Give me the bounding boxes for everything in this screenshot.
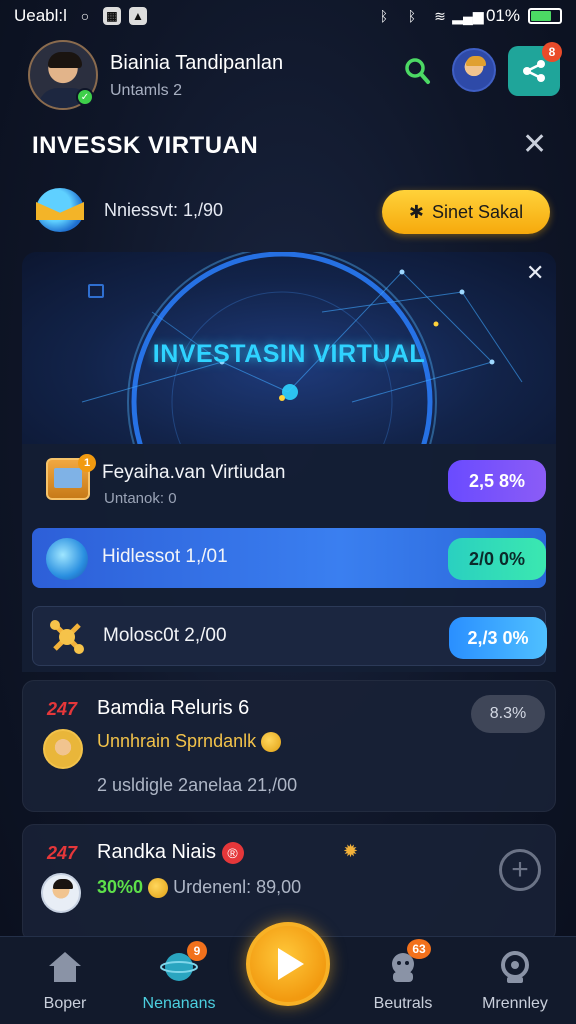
- card-title: Bamdia Reluris 6: [97, 697, 250, 719]
- investment-amount: Nniessvt: 1,/90: [104, 200, 224, 220]
- close-icon[interactable]: ✕: [522, 130, 547, 160]
- nav-badge: 9: [187, 941, 207, 961]
- card-detail: 2 usldigle 2anelaa 21,/00: [97, 775, 298, 795]
- page-title: INVESSK VIRTUAN: [32, 132, 259, 159]
- money-bag-icon: [495, 947, 535, 987]
- close-banner-icon[interactable]: ✕: [526, 262, 544, 284]
- search-icon[interactable]: [400, 54, 434, 88]
- envelope-globe-icon: [36, 188, 84, 232]
- bluetooth-icon: ᛒ: [379, 8, 389, 24]
- battery-percent: 01%: [485, 6, 520, 25]
- item-badge: 1: [78, 454, 96, 472]
- chart-icon: [88, 284, 104, 298]
- user-subtitle: Untamls 2: [110, 82, 183, 99]
- avatar: [41, 873, 81, 913]
- investment-summary-row: Nniessvt: 1,/90 ✱ Sinet Sakal: [34, 186, 554, 238]
- play-icon: [278, 948, 304, 980]
- gallery-icon: ▦: [102, 7, 121, 25]
- avatar: [43, 729, 83, 769]
- add-button[interactable]: +: [499, 849, 541, 891]
- online-status-icon: ✓: [76, 88, 94, 106]
- sell-button[interactable]: ✱ Sinet Sakal: [382, 190, 550, 234]
- header: ✓ Biainia Tandipanlan Untamls 2 8: [28, 40, 562, 112]
- carrier-text: Ueabl:l: [14, 6, 67, 25]
- nav-label: Mrennley: [482, 995, 548, 1012]
- target-icon: [46, 538, 88, 580]
- planet-icon: 9: [159, 941, 207, 987]
- card-title: Randka Niais ®: [97, 841, 244, 864]
- list-item-selected[interactable]: Hidlessot 1,/01 2/0 0%: [32, 528, 546, 588]
- card-tag: 247: [47, 843, 78, 863]
- image-icon: ▲: [128, 7, 147, 25]
- registered-icon: ®: [221, 841, 244, 864]
- bluetooth-icon: ᛒ: [407, 8, 417, 24]
- banner-title: INVESTASIN VIRTUAL: [152, 340, 426, 368]
- smiley-coin-icon: [148, 878, 169, 899]
- card-highlight: Unnhrain Sprndanlk: [97, 731, 282, 753]
- status-bar: Ueabl:l ○ ▦ ▲ ᛒ ᛒ ≋ ▂▄▆ 01%: [0, 0, 576, 32]
- nav-label: Beutrals: [373, 995, 433, 1012]
- play-button[interactable]: [246, 922, 330, 1006]
- share-icon: [523, 60, 545, 82]
- circle-icon: ○: [80, 8, 90, 24]
- sell-button-label: Sinet Sakal: [432, 201, 524, 222]
- list-item-title: Feyaiha.van Virtiudan: [102, 462, 286, 483]
- card-stats: 30%0 Urdenenl: 89,00: [97, 877, 302, 899]
- status-left: Ueabl:l ○ ▦ ▲: [14, 6, 147, 26]
- sparkle-icon: ✹: [343, 841, 359, 861]
- return-rate-pill[interactable]: 2,5 8%: [448, 460, 546, 502]
- investment-list: 1 Feyaiha.van Virtiudan Untanok: 0 2,5 8…: [22, 444, 556, 672]
- card-tag: 247: [47, 699, 78, 719]
- return-rate-pill[interactable]: 2/0 0%: [448, 538, 546, 580]
- chat-bot-icon: 63: [383, 939, 431, 987]
- star-icon: ✱: [408, 201, 425, 222]
- virtual-investment-banner: INVESTASIN VIRTUAL ✕: [22, 252, 556, 444]
- nav-item-home[interactable]: Boper: [10, 947, 120, 1021]
- nav-label: Boper: [43, 995, 87, 1012]
- nav-label: Nenanans: [142, 995, 216, 1012]
- nav-item-planets[interactable]: 9 Nenanans: [124, 941, 234, 1021]
- molecule-icon: [47, 617, 87, 657]
- list-item[interactable]: 1 Feyaiha.van Virtiudan Untanok: 0 2,5 8…: [32, 450, 546, 508]
- profile-avatar[interactable]: [452, 48, 496, 92]
- user-name: Biainia Tandipanlan: [110, 52, 284, 74]
- list-item-subtitle: Untanok: 0: [104, 490, 177, 507]
- share-badge: 8: [542, 42, 562, 62]
- list-item-title: Hidlessot 1,/01: [102, 546, 228, 567]
- return-rate-pill[interactable]: 2,/3 0%: [449, 617, 547, 659]
- nav-item-social[interactable]: 63 Beutrals: [348, 939, 458, 1021]
- battery-icon: [528, 8, 562, 24]
- nav-badge: 63: [407, 939, 431, 959]
- list-item-title: Molosc0t 2,/00: [103, 625, 227, 646]
- status-right: ᛒ ᛒ ≋ ▂▄▆ 01%: [374, 6, 562, 26]
- home-icon: [45, 947, 85, 987]
- nav-item-money[interactable]: Mrennley: [460, 947, 570, 1021]
- coin-icon: [261, 732, 282, 753]
- list-item[interactable]: Molosc0t 2,/00 2,/3 0%: [32, 606, 547, 666]
- activity-card[interactable]: 247 Bamdia Reluris 6 8.3% Unnhrain Sprnd…: [22, 680, 556, 812]
- signal-icon: ▂▄▆: [452, 7, 484, 24]
- wifi-icon: ≋: [434, 7, 446, 24]
- percent-pill[interactable]: 8.3%: [471, 695, 545, 733]
